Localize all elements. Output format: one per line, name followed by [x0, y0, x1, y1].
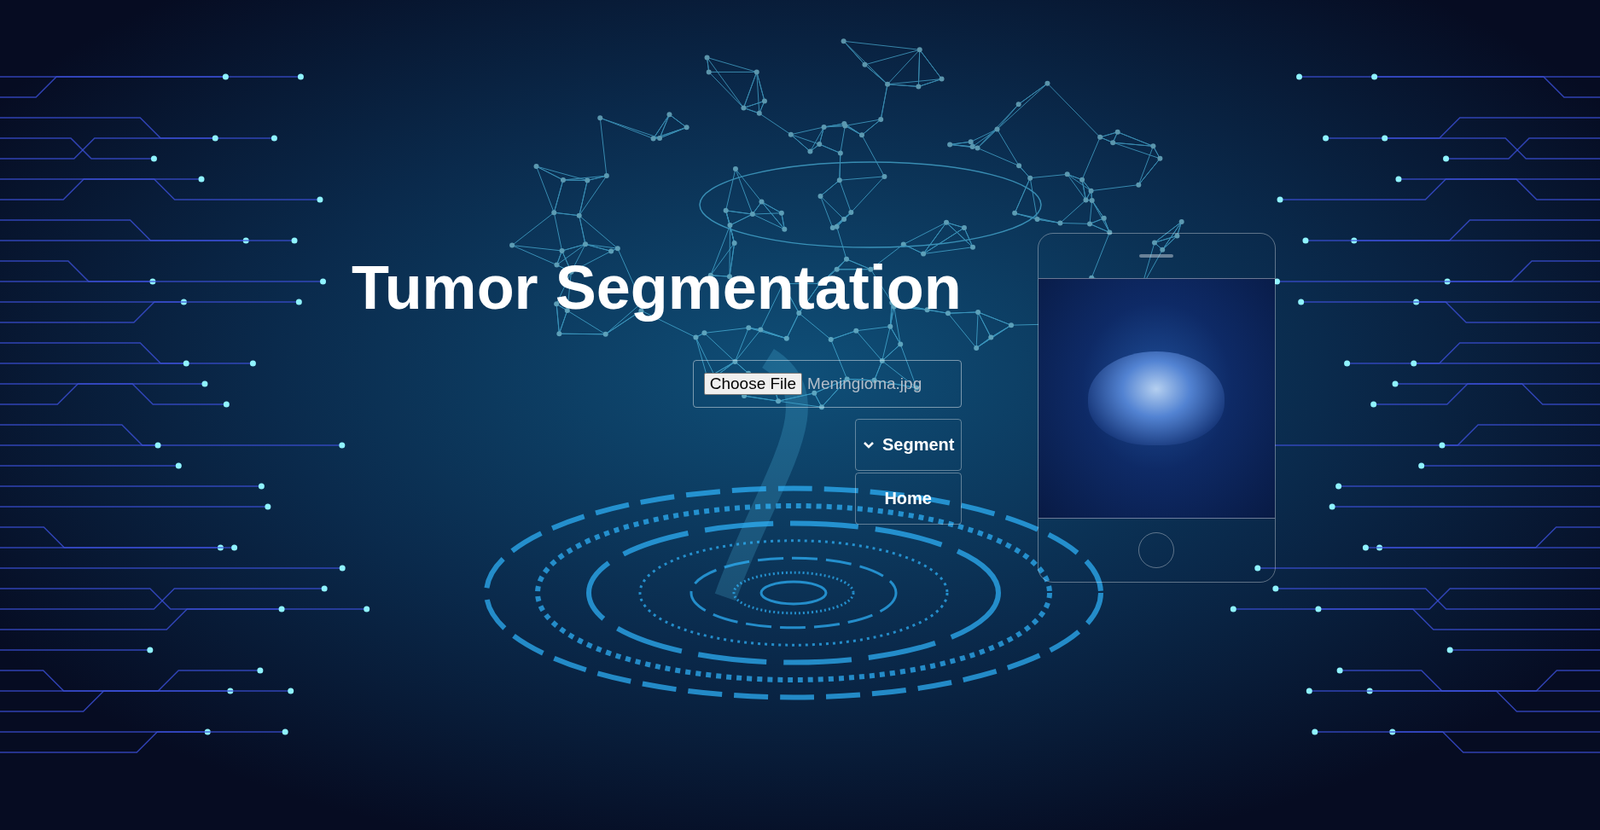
file-name: Meningioma.jpg — [807, 374, 922, 394]
brain-picture-icon — [1088, 351, 1225, 446]
chevron-down-icon — [861, 438, 876, 453]
segment-button[interactable]: Segment — [855, 418, 962, 472]
page: Tumor Segmentation Choose File Meningiom… — [0, 0, 1600, 830]
choose-file-button[interactable]: Choose File — [704, 372, 803, 396]
backdrop-illustration-icon — [0, 0, 1600, 830]
speaker-icon — [1139, 254, 1174, 258]
form-column: Tumor Segmentation Choose File Meningiom… — [351, 232, 962, 525]
button-group: Segment Home — [855, 418, 962, 525]
content: Tumor Segmentation Choose File Meningiom… — [0, 0, 1600, 583]
phone-mockup — [1037, 232, 1276, 583]
page-title: Tumor Segmentation — [351, 254, 962, 322]
file-input[interactable]: Choose File Meningioma.jpg — [692, 360, 962, 408]
home-key-icon — [1138, 532, 1175, 569]
phone-top — [1038, 233, 1275, 279]
home-button[interactable]: Home — [855, 472, 962, 525]
preview-image — [1038, 278, 1275, 519]
button-label: Segment — [882, 435, 955, 455]
phone-bottom — [1038, 518, 1275, 582]
button-label: Home — [884, 488, 932, 509]
